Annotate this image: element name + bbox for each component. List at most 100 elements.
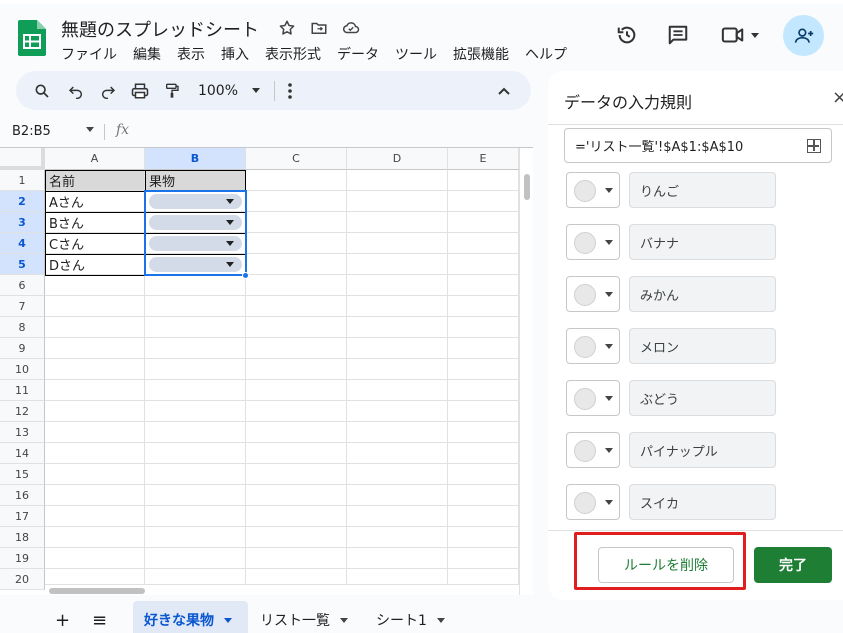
cell-a11[interactable]	[45, 380, 145, 401]
cell-d13[interactable]	[347, 422, 448, 443]
cell-d15[interactable]	[347, 464, 448, 485]
tab-sheet1[interactable]: シート1	[376, 605, 445, 633]
cell-a6[interactable]	[45, 275, 145, 296]
cell-c12[interactable]	[246, 401, 347, 422]
star-icon[interactable]	[276, 17, 298, 39]
cell-d16[interactable]	[347, 485, 448, 506]
cell-a17[interactable]	[45, 506, 145, 527]
column-header-d[interactable]: D	[347, 148, 448, 170]
item-color-picker[interactable]	[566, 432, 620, 468]
cell-e3[interactable]	[448, 212, 519, 233]
cell-a15[interactable]	[45, 464, 145, 485]
item-value-input[interactable]: りんご	[629, 172, 776, 208]
all-sheets-button[interactable]: ≡	[92, 605, 107, 633]
row-header-10[interactable]: 10	[0, 359, 45, 380]
cloud-icon[interactable]	[340, 17, 362, 39]
menu-help[interactable]: ヘルプ	[525, 44, 567, 64]
cell-b19[interactable]	[145, 548, 246, 569]
document-title[interactable]: 無題のスプレッドシート	[61, 16, 259, 42]
cell-c8[interactable]	[246, 317, 347, 338]
cell-a3[interactable]: Bさん	[45, 212, 145, 233]
cell-d6[interactable]	[347, 275, 448, 296]
print-icon[interactable]	[128, 71, 152, 110]
cell-c11[interactable]	[246, 380, 347, 401]
cell-a5[interactable]: Dさん	[45, 254, 145, 275]
cell-b13[interactable]	[145, 422, 246, 443]
cell-b7[interactable]	[145, 296, 246, 317]
cell-a1[interactable]: 名前	[45, 170, 145, 191]
row-header-15[interactable]: 15	[0, 464, 45, 485]
row-header-13[interactable]: 13	[0, 422, 45, 443]
cell-a4[interactable]: Cさん	[45, 233, 145, 254]
paint-format-icon[interactable]	[160, 71, 184, 110]
scrollbar-thumb[interactable]	[49, 588, 145, 594]
select-range-icon[interactable]	[807, 139, 821, 153]
cell-a10[interactable]	[45, 359, 145, 380]
cell-c10[interactable]	[246, 359, 347, 380]
cell-d5[interactable]	[347, 254, 448, 275]
cell-d9[interactable]	[347, 338, 448, 359]
column-header-c[interactable]: C	[246, 148, 347, 170]
cell-d7[interactable]	[347, 296, 448, 317]
cell-d19[interactable]	[347, 548, 448, 569]
row-header-7[interactable]: 7	[0, 296, 45, 317]
menu-edit[interactable]: 編集	[133, 44, 161, 64]
cell-b1[interactable]: 果物	[145, 170, 246, 191]
menu-view[interactable]: 表示	[177, 44, 205, 64]
row-header-5[interactable]: 5	[0, 254, 45, 275]
cell-d8[interactable]	[347, 317, 448, 338]
cell-a8[interactable]	[45, 317, 145, 338]
row-header-1[interactable]: 1	[0, 170, 45, 191]
item-color-picker[interactable]	[566, 172, 620, 208]
cell-e6[interactable]	[448, 275, 519, 296]
cell-d3[interactable]	[347, 212, 448, 233]
cell-e1[interactable]	[448, 170, 519, 191]
menu-tools[interactable]: ツール	[395, 44, 437, 64]
cell-e2[interactable]	[448, 191, 519, 212]
cell-b12[interactable]	[145, 401, 246, 422]
cell-a19[interactable]	[45, 548, 145, 569]
cell-a12[interactable]	[45, 401, 145, 422]
item-value-input[interactable]: みかん	[629, 276, 776, 312]
menu-insert[interactable]: 挿入	[221, 44, 249, 64]
cell-c13[interactable]	[246, 422, 347, 443]
cell-d2[interactable]	[347, 191, 448, 212]
row-header-8[interactable]: 8	[0, 317, 45, 338]
cell-e14[interactable]	[448, 443, 519, 464]
cell-d12[interactable]	[347, 401, 448, 422]
dropdown-chip[interactable]	[149, 194, 242, 209]
cell-b10[interactable]	[145, 359, 246, 380]
menu-file[interactable]: ファイル	[61, 44, 117, 64]
cell-a2[interactable]: Aさん	[45, 191, 145, 212]
row-header-20[interactable]: 20	[0, 569, 45, 590]
move-folder-icon[interactable]	[308, 17, 330, 39]
cell-a7[interactable]	[45, 296, 145, 317]
cell-e19[interactable]	[448, 548, 519, 569]
row-header-12[interactable]: 12	[0, 401, 45, 422]
cell-a18[interactable]	[45, 527, 145, 548]
cell-c3[interactable]	[246, 212, 347, 233]
cell-a13[interactable]	[45, 422, 145, 443]
cell-c14[interactable]	[246, 443, 347, 464]
cell-a16[interactable]	[45, 485, 145, 506]
menu-data[interactable]: データ	[337, 44, 379, 64]
cell-c5[interactable]	[246, 254, 347, 275]
dropdown-chip[interactable]	[149, 257, 242, 272]
cell-e9[interactable]	[448, 338, 519, 359]
cell-b17[interactable]	[145, 506, 246, 527]
done-button[interactable]: 完了	[754, 547, 832, 583]
more-options-icon[interactable]	[280, 71, 300, 110]
item-value-input[interactable]: バナナ	[629, 224, 776, 260]
row-header-14[interactable]: 14	[0, 443, 45, 464]
item-value-input[interactable]: スイカ	[629, 484, 776, 520]
row-header-6[interactable]: 6	[0, 275, 45, 296]
column-header-a[interactable]: A	[45, 148, 145, 170]
cell-d11[interactable]	[347, 380, 448, 401]
cell-e5[interactable]	[448, 254, 519, 275]
add-sheet-button[interactable]: +	[55, 605, 70, 633]
cell-d17[interactable]	[347, 506, 448, 527]
redo-icon[interactable]	[96, 71, 120, 110]
dropdown-chip[interactable]	[149, 236, 242, 251]
criteria-range-input[interactable]: ='リスト一覧'!$A$1:$A$10	[564, 128, 832, 163]
cell-e10[interactable]	[448, 359, 519, 380]
